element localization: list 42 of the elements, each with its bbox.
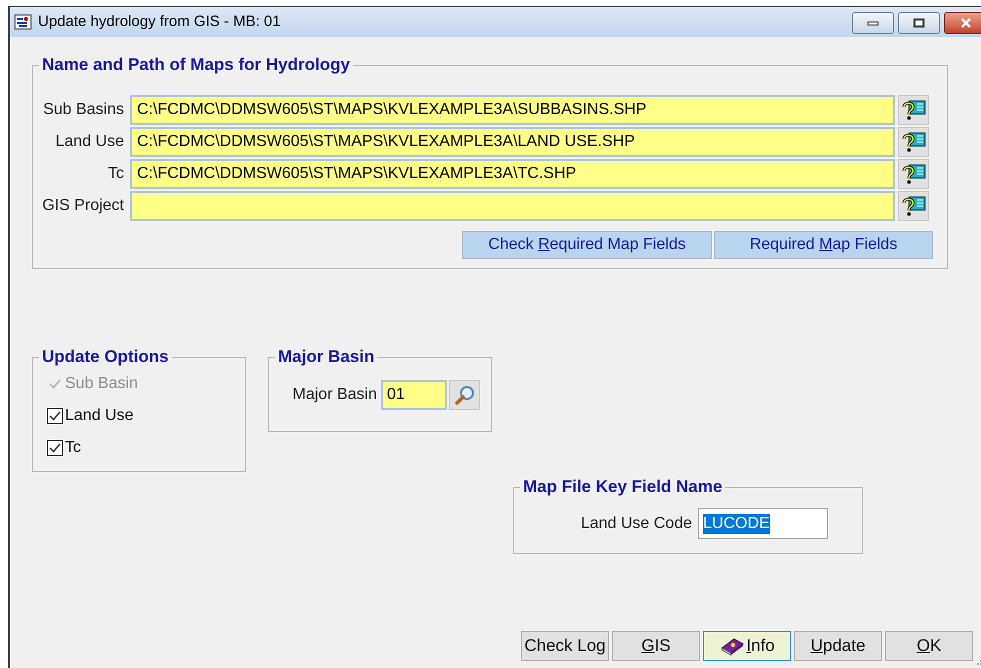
field-label: Land Use <box>54 132 125 152</box>
minimize-button[interactable] <box>852 12 894 34</box>
browse-button[interactable] <box>898 159 929 189</box>
window-title: Update hydrology from GIS - MB: 01 <box>38 12 281 32</box>
checkbox[interactable] <box>47 408 63 424</box>
dialog-button[interactable]: GIS <box>612 631 700 661</box>
action-button[interactable]: Check Required Map Fields <box>462 231 712 259</box>
path-field[interactable]: C:\FCDMC\DDMSW605\ST\MAPS\KVLEXAMPLE3A\SUBBASINS.SHP <box>130 95 895 125</box>
group-title: Update Options <box>39 347 172 367</box>
field-label: Tc <box>107 164 125 184</box>
search-button[interactable] <box>449 380 480 410</box>
field-label: GIS Project <box>41 196 125 216</box>
field-label: Sub Basins <box>42 100 125 120</box>
checkbox[interactable] <box>47 440 63 456</box>
group-title: Major Basin <box>275 347 378 367</box>
dialog-button[interactable]: Update <box>794 631 882 661</box>
major-basin-field[interactable]: 01 <box>381 380 447 410</box>
browse-button[interactable] <box>898 191 929 221</box>
checkbox-option[interactable]: Land Use <box>47 404 245 428</box>
browse-button[interactable] <box>898 95 929 125</box>
group-title: Map File Key Field Name <box>520 477 726 497</box>
field-label: Major Basin <box>292 385 378 405</box>
app-icon <box>14 14 32 30</box>
field-label: Land Use Code <box>580 514 693 534</box>
dialog-button[interactable]: Check Log <box>521 631 609 661</box>
dialog-button[interactable]: Info <box>703 631 791 661</box>
book-icon <box>719 636 746 656</box>
close-icon <box>960 18 972 28</box>
minimize-icon <box>867 20 879 26</box>
dialog-button[interactable]: OK <box>885 631 973 661</box>
action-button[interactable]: Required Map Fields <box>714 231 933 259</box>
path-field[interactable]: C:\FCDMC\DDMSW605\ST\MAPS\KVLEXAMPLE3A\TC.SHP <box>130 159 895 189</box>
key-field[interactable]: LUCODE <box>698 508 828 539</box>
selected-text: LUCODE <box>703 514 770 534</box>
close-button[interactable] <box>944 12 981 34</box>
path-field[interactable]: C:\FCDMC\DDMSW605\ST\MAPS\KVLEXAMPLE3A\LAND USE.SHP <box>130 127 895 157</box>
maximize-button[interactable] <box>898 12 940 34</box>
browse-button[interactable] <box>898 127 929 157</box>
path-field[interactable] <box>130 191 895 221</box>
group-title: Name and Path of Maps for Hydrology <box>39 55 353 75</box>
maximize-icon <box>913 18 925 28</box>
checkbox-option[interactable]: Tc <box>47 436 245 460</box>
